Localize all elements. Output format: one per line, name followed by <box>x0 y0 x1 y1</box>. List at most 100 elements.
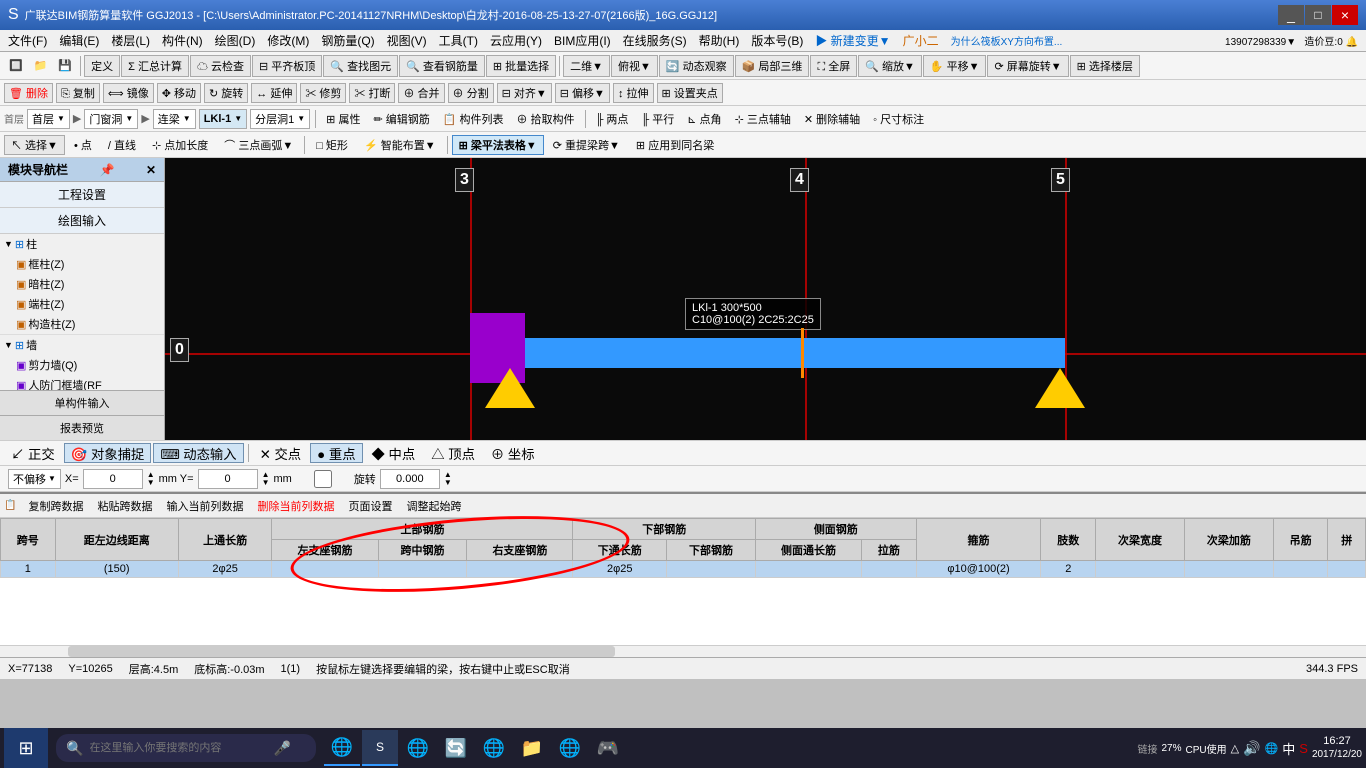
menu-view[interactable]: 视图(V) <box>381 30 433 51</box>
btn-beam-table[interactable]: ⊞ 梁平法表格▼ <box>452 135 544 155</box>
btn-pan[interactable]: ✋ 平移▼ <box>923 55 987 77</box>
cell-legs[interactable]: 2 <box>1041 561 1096 578</box>
btn-delete-current[interactable]: 删除当前列数据 <box>251 495 340 517</box>
taskbar-app-ggj[interactable]: S <box>362 730 398 766</box>
btn-smart-place[interactable]: ⚡ 智能布置▼ <box>357 135 443 155</box>
tray-up-arrow[interactable]: △ <box>1231 742 1239 755</box>
menu-rebar[interactable]: 钢筋量(Q) <box>315 30 380 51</box>
up-down-rot[interactable]: ▲▼ <box>444 471 452 487</box>
menu-newchange[interactable]: ▶ 新建变更▼ <box>809 30 896 51</box>
btn-set-clip[interactable]: ⊞ 设置夹点 <box>657 83 723 103</box>
menu-online[interactable]: 在线服务(S) <box>617 30 693 51</box>
menu-faq[interactable]: 为什么筏板XY方向布置... <box>945 31 1069 50</box>
btn-select-floor[interactable]: ⊞ 选择楼层 <box>1070 55 1140 77</box>
btn-object-snap[interactable]: 🎯 对象捕捉 <box>64 443 152 463</box>
btn-screen-rotate[interactable]: ⟳ 屏幕旋转▼ <box>987 55 1068 77</box>
btn-snap-midpoint[interactable]: ◆ 中点 <box>365 443 423 463</box>
taskbar-app-folder[interactable]: 📁 <box>514 730 550 766</box>
btn-point[interactable]: • 点 <box>67 135 99 155</box>
btn-copy-span[interactable]: 复制跨数据 <box>22 495 89 517</box>
btn-edit-rebar[interactable]: ✏ 编辑钢筋 <box>368 109 434 129</box>
cell-sec-width[interactable] <box>1096 561 1185 578</box>
menu-file[interactable]: 文件(F) <box>2 30 53 51</box>
btn-re-extract[interactable]: ⟳ 重提梁跨▼ <box>546 135 627 155</box>
sidebar-item-civil-defense[interactable]: ▣ 人防门框墙(RF <box>0 375 164 390</box>
btn-rotate[interactable]: ↻ 旋转 <box>204 83 248 103</box>
tray-s-icon[interactable]: S <box>1299 741 1308 756</box>
menu-help[interactable]: 帮助(H) <box>693 30 746 51</box>
layer-dropdown[interactable]: 分层洞1 ▼ <box>250 109 310 129</box>
start-button[interactable]: ⊞ <box>4 728 48 768</box>
btn-batch-select[interactable]: ⊞ 批量选择 <box>486 55 556 77</box>
cell-bottom-long[interactable]: 2φ25 <box>573 561 667 578</box>
btn-line[interactable]: / 直线 <box>101 135 143 155</box>
btn-report-preview[interactable]: 报表预览 <box>0 416 164 440</box>
cell-tie[interactable] <box>862 561 917 578</box>
btn-align-slab[interactable]: ⊟ 平齐板顶 <box>252 55 322 77</box>
btn-dynamic-input[interactable]: ⌨ 动态输入 <box>153 443 243 463</box>
sidebar-item-dark-column[interactable]: ▣ 暗柱(Z) <box>0 274 164 294</box>
btn-find[interactable]: 🔍 查找图元 <box>323 55 398 77</box>
menu-gxiao[interactable]: 广小二 <box>897 30 945 51</box>
component-dropdown[interactable]: 门窗洞 ▼ <box>84 109 138 129</box>
btn-apply-same[interactable]: ⊞ 应用到同名梁 <box>629 135 721 155</box>
rotate-input[interactable] <box>380 469 440 489</box>
taskbar-app-refresh[interactable]: 🔄 <box>438 730 474 766</box>
taskbar-app-ie[interactable]: 🌐 <box>400 730 436 766</box>
btn-dynamic-view[interactable]: 🔄 动态观察 <box>659 55 734 77</box>
table-scrollbar[interactable] <box>0 645 1366 657</box>
btn-break[interactable]: ✂ 打断 <box>349 83 395 103</box>
menu-floor[interactable]: 楼层(L) <box>105 30 156 51</box>
btn-zoom[interactable]: 🔍 缩放▼ <box>858 55 922 77</box>
menu-edit[interactable]: 编辑(E) <box>53 30 105 51</box>
rebar-table-container[interactable]: 跨号 距左边线距离 上通长筋 上部钢筋 下部钢筋 侧面钢筋 箍筋 肢数 次梁宽度… <box>0 518 1366 645</box>
btn-view-rebar[interactable]: 🔍 查看钢筋量 <box>399 55 485 77</box>
btn-local-3d[interactable]: 📦 局部三维 <box>735 55 810 77</box>
btn-three-point-axis[interactable]: ⊹ 三点辅轴 <box>730 109 796 129</box>
menu-version[interactable]: 版本号(B) <box>745 30 809 51</box>
btn-offset[interactable]: ⊟ 偏移▼ <box>555 83 610 103</box>
floor-dropdown[interactable]: 首层 ▼ <box>27 109 70 129</box>
btn-three-arc[interactable]: ⌒ 三点画弧▼ <box>217 135 300 155</box>
x-input[interactable] <box>83 469 143 489</box>
cell-mid-span[interactable] <box>378 561 467 578</box>
btn-merge[interactable]: ⊕ 合并 <box>398 83 444 103</box>
btn-topview[interactable]: 俯视▼ <box>611 55 658 77</box>
scrollbar-thumb[interactable] <box>68 646 614 657</box>
close-btn[interactable]: × <box>1332 5 1358 25</box>
type-dropdown[interactable]: 连梁 ▼ <box>153 109 196 129</box>
btn-open[interactable]: 📁 <box>29 55 53 77</box>
menu-draw[interactable]: 绘图(D) <box>209 30 262 51</box>
taskbar-app-ie2[interactable]: 🌐 <box>552 730 588 766</box>
minimize-btn[interactable]: _ <box>1278 5 1304 25</box>
btn-snap-endpoint[interactable]: ● 重点 <box>310 443 362 463</box>
btn-save[interactable]: 💾 <box>53 55 77 77</box>
btn-orthogonal[interactable]: ↙ 正交 <box>4 443 62 463</box>
canvas-area[interactable]: 3 4 5 0 LKl-1 300*500 C10@100(2) <box>165 158 1366 440</box>
cell-top-long[interactable]: 2φ25 <box>178 561 272 578</box>
btn-adjust-span[interactable]: 调整起始跨 <box>400 495 467 517</box>
sidebar-engineering[interactable]: 工程设置 <box>0 182 164 208</box>
btn-pick-component[interactable]: ⊕ 拾取构件 <box>512 109 580 129</box>
btn-extend[interactable]: ↔ 延伸 <box>251 83 297 103</box>
btn-dimension[interactable]: ◦ 尺寸标注 <box>868 109 929 129</box>
btn-copy[interactable]: ⎘ 复制 <box>56 83 100 103</box>
menu-bim[interactable]: BIM应用(I) <box>548 30 617 51</box>
btn-new[interactable]: 🔲 <box>4 55 28 77</box>
btn-single-component[interactable]: 单构件输入 <box>0 391 164 416</box>
btn-snap-coord[interactable]: ⊕ 坐标 <box>484 443 542 463</box>
menu-cloud[interactable]: 云应用(Y) <box>484 30 548 51</box>
cell-hanger[interactable] <box>1273 561 1328 578</box>
btn-component-list[interactable]: 📋 构件列表 <box>438 109 509 129</box>
taskbar-app-computer[interactable]: 🌐 <box>324 730 360 766</box>
btn-split[interactable]: ⊕ 分割 <box>448 83 494 103</box>
sidebar-item-column-header[interactable]: ▼ ⊞ 柱 <box>0 234 164 254</box>
y-input[interactable] <box>198 469 258 489</box>
tray-ime[interactable]: 中 <box>1282 739 1295 758</box>
up-down-x[interactable]: ▲▼ <box>147 471 155 487</box>
btn-align[interactable]: ⊟ 对齐▼ <box>497 83 552 103</box>
btn-snap-intersection[interactable]: ✕ 交点 <box>253 443 309 463</box>
btn-delete-axis[interactable]: ✕ 删除辅轴 <box>799 109 865 129</box>
taskbar-app-game[interactable]: 🎮 <box>590 730 626 766</box>
btn-page-setup[interactable]: 页面设置 <box>342 495 398 517</box>
